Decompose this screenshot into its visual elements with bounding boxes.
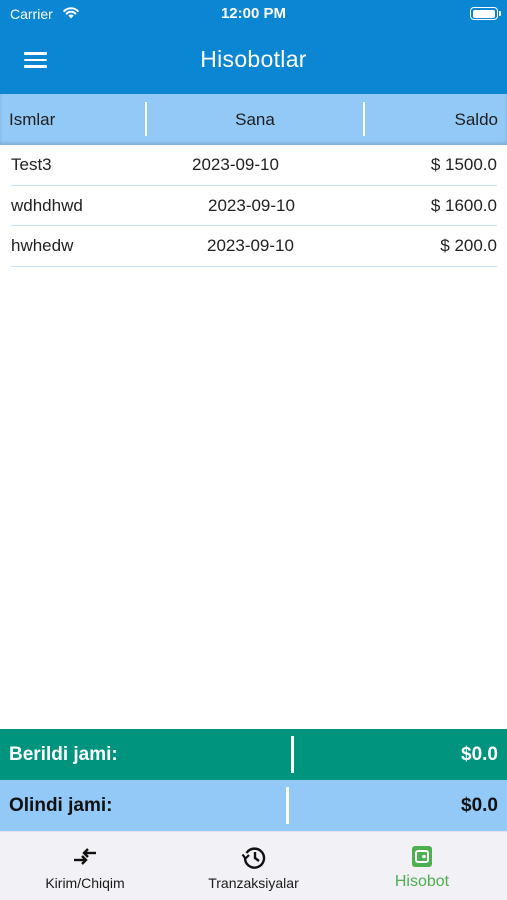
total-divider <box>286 787 289 824</box>
swap-arrows-icon <box>74 848 96 865</box>
row-name: hwhedw <box>11 236 74 255</box>
row-name: Test3 <box>11 155 52 174</box>
total-divider <box>291 736 294 773</box>
total-given-bar: Berildi jami: $0.0 <box>0 729 507 780</box>
column-header-date: Sana <box>235 110 275 129</box>
column-divider <box>363 102 365 136</box>
tab-label: Kirim/Chiqim <box>45 875 125 891</box>
app-bar: Carrier 12:00 PM Hisobotlar <box>0 0 507 94</box>
status-bar: Carrier 12:00 PM <box>0 0 507 28</box>
total-received-value: $0.0 <box>461 795 498 816</box>
total-received-label: Olindi jami: <box>9 795 113 816</box>
total-given-label: Berildi jami: <box>9 744 118 765</box>
table-row[interactable]: hwhedw 2023-09-10 $ 200.0 <box>11 226 497 267</box>
page-title: Hisobotlar <box>200 46 307 72</box>
table-row[interactable]: wdhdhwd 2023-09-10 $ 1600.0 <box>11 186 497 226</box>
row-amount: $ 1600.0 <box>430 195 497 215</box>
tab-tranzaksiyalar[interactable]: Tranzaksiyalar <box>170 832 337 900</box>
table-header: Ismlar Sana Saldo <box>0 94 507 145</box>
wallet-icon <box>412 846 432 867</box>
row-amount: $ 1500.0 <box>430 155 497 174</box>
tab-label: Tranzaksiyalar <box>208 875 299 891</box>
total-received-bar: Olindi jami: $0.0 <box>0 780 507 831</box>
total-given-value: $0.0 <box>461 744 498 765</box>
tab-kirim-chiqim[interactable]: Kirim/Chiqim <box>0 832 170 900</box>
tab-label: Hisobot <box>394 873 450 890</box>
row-date: 2023-09-10 <box>207 236 294 255</box>
row-date: 2023-09-10 <box>192 155 279 174</box>
row-amount: $ 200.0 <box>440 236 497 255</box>
report-list: Test3 2023-09-10 $ 1500.0 wdhdhwd 2023-0… <box>11 145 497 267</box>
history-icon <box>241 847 265 869</box>
battery-icon <box>470 7 501 20</box>
row-date: 2023-09-10 <box>208 195 295 215</box>
bottom-tab-bar: Kirim/Chiqim Tranzaksiyalar Hisobot <box>0 831 507 900</box>
column-header-saldo: Saldo <box>454 110 498 129</box>
tab-hisobot[interactable]: Hisobot <box>337 832 507 900</box>
row-name: wdhdhwd <box>11 195 83 215</box>
table-row[interactable]: Test3 2023-09-10 $ 1500.0 <box>11 145 497 186</box>
status-time: 12:00 PM <box>220 5 287 22</box>
column-header-name: Ismlar <box>9 110 56 129</box>
